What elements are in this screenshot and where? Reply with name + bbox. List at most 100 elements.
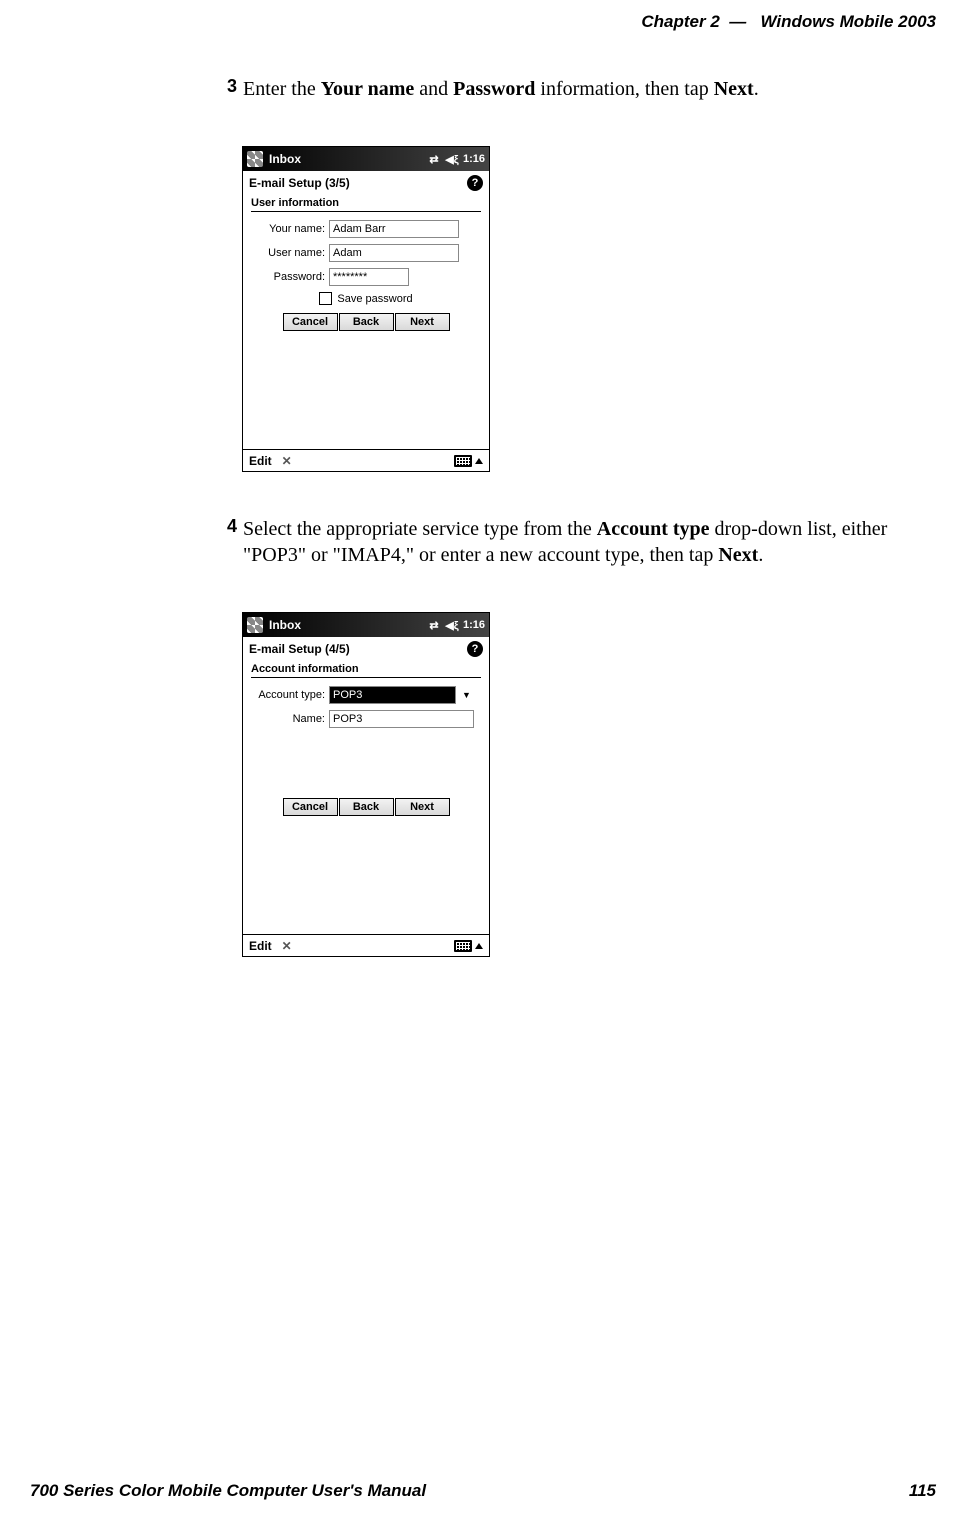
name-label: Name: <box>251 713 329 725</box>
help-icon[interactable]: ? <box>467 641 483 657</box>
bottom-right <box>454 940 483 952</box>
account-type-label: Account type: <box>251 689 329 701</box>
setup-step-label: E-mail Setup (3/5) <box>249 176 350 190</box>
header-dash: — <box>729 12 746 31</box>
close-icon[interactable]: ✕ <box>282 454 292 468</box>
step-number: 3 <box>218 76 243 102</box>
clock[interactable]: 1:16 <box>463 619 485 631</box>
your-name-label: Your name: <box>251 223 329 235</box>
user-name-row: User name: Adam <box>251 244 481 262</box>
input-value: ******** <box>333 271 367 283</box>
bottom-right <box>454 455 483 467</box>
speaker-icon[interactable]: ◀ξ <box>445 618 459 632</box>
section-divider <box>251 677 481 678</box>
text-fragment: . <box>758 544 763 566</box>
your-name-input[interactable]: Adam Barr <box>329 220 459 238</box>
keyboard-icon[interactable] <box>454 455 472 467</box>
close-icon[interactable]: ✕ <box>282 939 292 953</box>
section-title: User information <box>251 197 481 209</box>
start-icon[interactable] <box>247 617 263 633</box>
bold-text: Next <box>718 544 758 566</box>
form-body: User information Your name: Adam Barr Us… <box>243 195 489 449</box>
page-row: E-mail Setup (4/5) ? <box>243 637 489 661</box>
screenshot-email-setup-3: Inbox ⇄ ◀ξ 1:16 E-mail Setup (3/5) ? Use… <box>242 146 490 472</box>
form-body: Account information Account type: POP3 ▼… <box>243 661 489 934</box>
manual-title: 700 Series Color Mobile Computer User's … <box>30 1481 426 1501</box>
page-footer: 700 Series Color Mobile Computer User's … <box>30 1481 936 1501</box>
bottom-bar: Edit ✕ <box>243 934 489 956</box>
bold-text: Password <box>453 78 535 100</box>
section-title: Account information <box>251 663 481 675</box>
save-password-label: Save password <box>337 293 412 305</box>
text-fragment: . <box>754 78 759 100</box>
start-icon[interactable] <box>247 151 263 167</box>
button-row: Cancel Back Next <box>251 798 481 816</box>
password-label: Password: <box>251 271 329 283</box>
bottom-left: Edit ✕ <box>249 454 292 468</box>
blank-area <box>251 331 481 441</box>
back-button[interactable]: Back <box>339 313 394 331</box>
your-name-row: Your name: Adam Barr <box>251 220 481 238</box>
blank-area <box>251 734 481 796</box>
bold-text: Your name <box>321 78 415 100</box>
title-bar[interactable]: Inbox ⇄ ◀ξ 1:16 <box>243 147 489 171</box>
account-type-row: Account type: POP3 ▼ <box>251 686 481 704</box>
input-value: Adam <box>333 247 362 259</box>
chevron-down-icon[interactable]: ▼ <box>459 686 474 704</box>
password-row: Password: ******** <box>251 268 481 286</box>
cancel-button[interactable]: Cancel <box>283 798 338 816</box>
page-header: Chapter 2 — Windows Mobile 2003 <box>641 12 936 32</box>
page-number: 115 <box>909 1481 936 1501</box>
keyboard-icon[interactable] <box>454 940 472 952</box>
name-row: Name: POP3 <box>251 710 481 728</box>
sip-up-icon[interactable] <box>475 458 483 464</box>
user-name-label: User name: <box>251 247 329 259</box>
chapter-label: Chapter <box>641 12 705 31</box>
speaker-icon[interactable]: ◀ξ <box>445 152 459 166</box>
bottom-bar: Edit ✕ <box>243 449 489 471</box>
dropdown-value: POP3 <box>333 689 362 701</box>
help-icon[interactable]: ? <box>467 175 483 191</box>
back-button[interactable]: Back <box>339 798 394 816</box>
account-type-dropdown[interactable]: POP3 ▼ <box>329 686 474 704</box>
header-title: Windows Mobile 2003 <box>760 12 936 31</box>
button-row: Cancel Back Next <box>251 313 481 331</box>
text-fragment: and <box>414 78 453 100</box>
step-3: 3 Enter the Your name and Password infor… <box>218 76 938 102</box>
step-text: Select the appropriate service type from… <box>243 516 938 568</box>
section-divider <box>251 211 481 212</box>
app-title: Inbox <box>269 618 425 632</box>
next-button[interactable]: Next <box>395 313 450 331</box>
edit-menu[interactable]: Edit <box>249 939 272 953</box>
bold-text: Next <box>714 78 754 100</box>
connectivity-icon[interactable]: ⇄ <box>427 618 441 632</box>
connectivity-icon[interactable]: ⇄ <box>427 152 441 166</box>
input-value: POP3 <box>333 713 362 725</box>
text-fragment: information, then tap <box>535 78 713 100</box>
page-content: 3 Enter the Your name and Password infor… <box>218 76 938 1001</box>
blank-area <box>251 816 481 926</box>
name-input[interactable]: POP3 <box>329 710 474 728</box>
edit-menu[interactable]: Edit <box>249 454 272 468</box>
save-password-row: Save password <box>251 292 481 305</box>
page-row: E-mail Setup (3/5) ? <box>243 171 489 195</box>
text-fragment: Enter the <box>243 78 321 100</box>
bold-text: Account type <box>597 518 710 540</box>
setup-step-label: E-mail Setup (4/5) <box>249 642 350 656</box>
chapter-number: 2 <box>710 12 719 31</box>
app-title: Inbox <box>269 152 425 166</box>
password-input[interactable]: ******** <box>329 268 409 286</box>
sip-up-icon[interactable] <box>475 943 483 949</box>
cancel-button[interactable]: Cancel <box>283 313 338 331</box>
clock[interactable]: 1:16 <box>463 153 485 165</box>
input-value: Adam Barr <box>333 223 386 235</box>
step-number: 4 <box>218 516 243 568</box>
screenshot-email-setup-4: Inbox ⇄ ◀ξ 1:16 E-mail Setup (4/5) ? Acc… <box>242 612 490 957</box>
text-fragment: Select the appropriate service type from… <box>243 518 597 540</box>
step-4: 4 Select the appropriate service type fr… <box>218 516 938 568</box>
step-text: Enter the Your name and Password informa… <box>243 76 759 102</box>
next-button[interactable]: Next <box>395 798 450 816</box>
user-name-input[interactable]: Adam <box>329 244 459 262</box>
title-bar[interactable]: Inbox ⇄ ◀ξ 1:16 <box>243 613 489 637</box>
save-password-checkbox[interactable] <box>319 292 332 305</box>
